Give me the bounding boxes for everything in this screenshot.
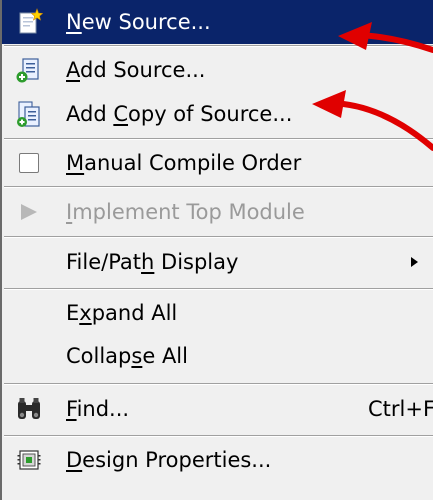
shortcut-label: Ctrl+F xyxy=(368,397,433,421)
menu-item-expand-all[interactable]: Expand All xyxy=(2,291,433,335)
menu-item-design-properties[interactable]: Design Properties... xyxy=(2,438,433,482)
menu-item-label: Implement Top Module xyxy=(66,200,305,224)
menu-item-new-source[interactable]: New Source... xyxy=(2,0,433,44)
menu-item-label: Design Properties... xyxy=(66,448,272,472)
menu-separator xyxy=(4,435,433,437)
add-copy-of-source-icon xyxy=(14,99,44,129)
checkbox-unchecked-icon[interactable] xyxy=(14,148,44,178)
menu-item-label: New Source... xyxy=(66,10,211,34)
menu-separator xyxy=(4,236,433,238)
context-menu: New Source... Add Source... Add Copy of … xyxy=(0,0,433,500)
menu-item-file-path-display[interactable]: File/Path Display xyxy=(2,240,433,284)
menu-item-add-copy-of-source[interactable]: Add Copy of Source... xyxy=(2,92,433,136)
menu-item-label: Add Source... xyxy=(66,58,206,82)
menu-separator xyxy=(4,383,433,385)
add-source-icon xyxy=(14,55,44,85)
menu-item-label: Manual Compile Order xyxy=(66,151,302,175)
submenu-arrow-icon xyxy=(411,257,418,267)
menu-separator xyxy=(4,138,433,140)
menu-item-label: Add Copy of Source... xyxy=(66,102,293,126)
binoculars-icon xyxy=(14,394,44,424)
new-source-icon xyxy=(14,7,44,37)
menu-item-label: Expand All xyxy=(66,301,178,325)
menu-item-label: Find... xyxy=(66,397,130,421)
menu-separator xyxy=(4,186,433,188)
menu-item-find[interactable]: Find... Ctrl+F xyxy=(2,387,433,431)
menu-item-label: Collapse All xyxy=(66,344,188,368)
play-triangle-icon xyxy=(14,197,44,227)
design-properties-icon xyxy=(14,445,44,475)
menu-item-label: File/Path Display xyxy=(66,250,239,274)
menu-item-add-source[interactable]: Add Source... xyxy=(2,48,433,92)
menu-item-implement-top-module: Implement Top Module xyxy=(2,190,433,234)
menu-item-collapse-all[interactable]: Collapse All xyxy=(2,334,433,378)
menu-item-manual-compile-order[interactable]: Manual Compile Order xyxy=(2,141,433,185)
menu-separator xyxy=(4,45,433,47)
menu-separator xyxy=(4,288,433,290)
